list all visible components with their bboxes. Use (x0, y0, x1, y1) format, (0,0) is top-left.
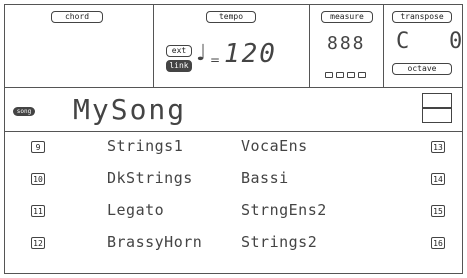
measure-value: 888 (327, 33, 366, 54)
track-number[interactable]: 13 (431, 141, 445, 153)
quarter-note-icon: ♩ (196, 41, 207, 66)
song-row[interactable]: song MySong (5, 87, 462, 132)
transpose-label: transpose (392, 11, 452, 23)
transpose-value: C 0 (396, 29, 463, 54)
track-number[interactable]: 15 (431, 205, 445, 217)
tempo-ext-badge: ext (166, 45, 192, 57)
display-frame: chord tempo ext link ♩ = 120 measure 888… (4, 4, 463, 274)
track-name[interactable]: Strings1 (107, 137, 183, 155)
beat-indicators (325, 63, 369, 82)
measure-cell[interactable]: measure 888 (310, 5, 384, 87)
track-name[interactable]: Bassi (241, 169, 289, 187)
chord-cell[interactable]: chord (5, 5, 154, 87)
track-name[interactable]: BrassyHorn (107, 233, 202, 251)
song-name: MySong (73, 93, 187, 126)
header-panel: chord tempo ext link ♩ = 120 measure 888… (5, 5, 462, 88)
track-name[interactable]: DkStrings (107, 169, 193, 187)
track-number[interactable]: 9 (31, 141, 45, 153)
track-name[interactable]: Legato (107, 201, 164, 219)
track-number[interactable]: 12 (31, 237, 45, 249)
tempo-value: 120 (224, 39, 277, 69)
track-number[interactable]: 11 (31, 205, 45, 217)
tempo-link-badge: link (166, 60, 192, 72)
measure-label: measure (321, 11, 373, 23)
beat-indicator (347, 72, 355, 78)
beat-indicator (325, 72, 333, 78)
track-number[interactable]: 14 (431, 173, 445, 185)
chord-label: chord (51, 11, 103, 23)
tempo-cell[interactable]: tempo ext link ♩ = 120 (154, 5, 310, 87)
track-name[interactable]: StrngEns2 (241, 201, 327, 219)
track-number[interactable]: 10 (31, 173, 45, 185)
octave-label: octave (392, 63, 452, 75)
beat-indicator (358, 72, 366, 78)
track-name[interactable]: VocaEns (241, 137, 308, 155)
equals-sign: = (210, 53, 221, 67)
track-list: 9 Strings1 VocaEns 13 10 DkStrings Bassi… (5, 131, 462, 275)
song-badge: song (13, 107, 35, 116)
track-number[interactable]: 16 (431, 237, 445, 249)
beat-indicator (336, 72, 344, 78)
tempo-label: tempo (206, 11, 256, 23)
transpose-cell[interactable]: transpose C 0 octave (384, 5, 462, 87)
song-list-icon[interactable] (422, 93, 452, 123)
track-name[interactable]: Strings2 (241, 233, 317, 251)
